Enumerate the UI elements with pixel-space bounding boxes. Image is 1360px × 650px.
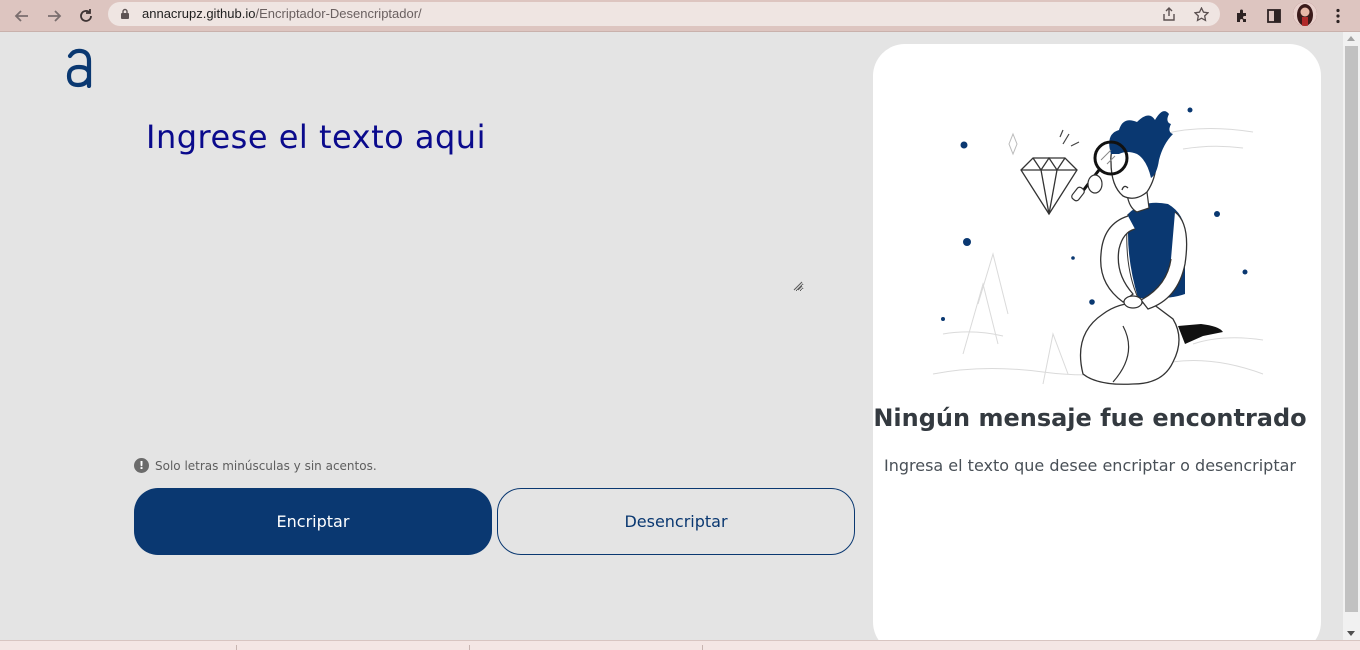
lock-icon [121, 8, 129, 19]
scrollbar[interactable] [1343, 32, 1360, 640]
output-subtitle: Ingresa el texto que desee encriptar o d… [883, 456, 1296, 475]
reload-icon[interactable] [74, 4, 98, 28]
star-icon[interactable] [1192, 5, 1210, 23]
arrow-right-icon[interactable] [42, 4, 66, 28]
url-host: annacrupz.github.io [142, 6, 256, 21]
scroll-thumb[interactable] [1345, 46, 1358, 612]
share-icon[interactable] [1160, 5, 1178, 23]
bottom-divider [469, 645, 470, 650]
avatar[interactable] [1293, 2, 1317, 26]
scroll-up-icon[interactable] [1347, 36, 1355, 41]
arrow-left-icon[interactable] [10, 4, 34, 28]
magnifier-illustration [932, 107, 1264, 385]
decrypt-button[interactable]: Desencriptar [497, 488, 855, 555]
kebab-menu-icon[interactable] [1326, 4, 1350, 28]
browser-toolbar: annacrupz.github.io/Encriptador-Desencri… [0, 0, 1360, 32]
address-bar[interactable]: annacrupz.github.io/Encriptador-Desencri… [108, 2, 1220, 26]
input-hint: ! Solo letras minúsculas y sin acentos. [134, 458, 377, 473]
encrypt-button[interactable]: Encriptar [134, 488, 492, 555]
url-text[interactable]: annacrupz.github.io/Encriptador-Desencri… [142, 6, 422, 21]
bottom-divider [702, 645, 703, 650]
side-panel-icon[interactable] [1262, 4, 1286, 28]
scroll-down-icon[interactable] [1347, 631, 1355, 636]
toolbar-divider [0, 31, 1360, 32]
hint-text: Solo letras minúsculas y sin acentos. [155, 458, 377, 473]
logo[interactable] [66, 48, 92, 88]
bottom-bar [0, 640, 1360, 650]
resize-handle-icon[interactable] [792, 280, 803, 291]
output-title: Ningún mensaje fue encontrado [873, 404, 1307, 432]
text-input[interactable] [146, 170, 804, 292]
url-path: /Encriptador-Desencriptador/ [255, 6, 422, 21]
exclamation-circle-icon: ! [134, 458, 149, 473]
output-card: Ningún mensaje fue encontrado Ingresa el… [873, 44, 1321, 650]
input-placeholder[interactable]: Ingrese el texto aqui [146, 118, 486, 156]
puzzle-icon[interactable] [1230, 4, 1254, 28]
bottom-divider [236, 645, 237, 650]
